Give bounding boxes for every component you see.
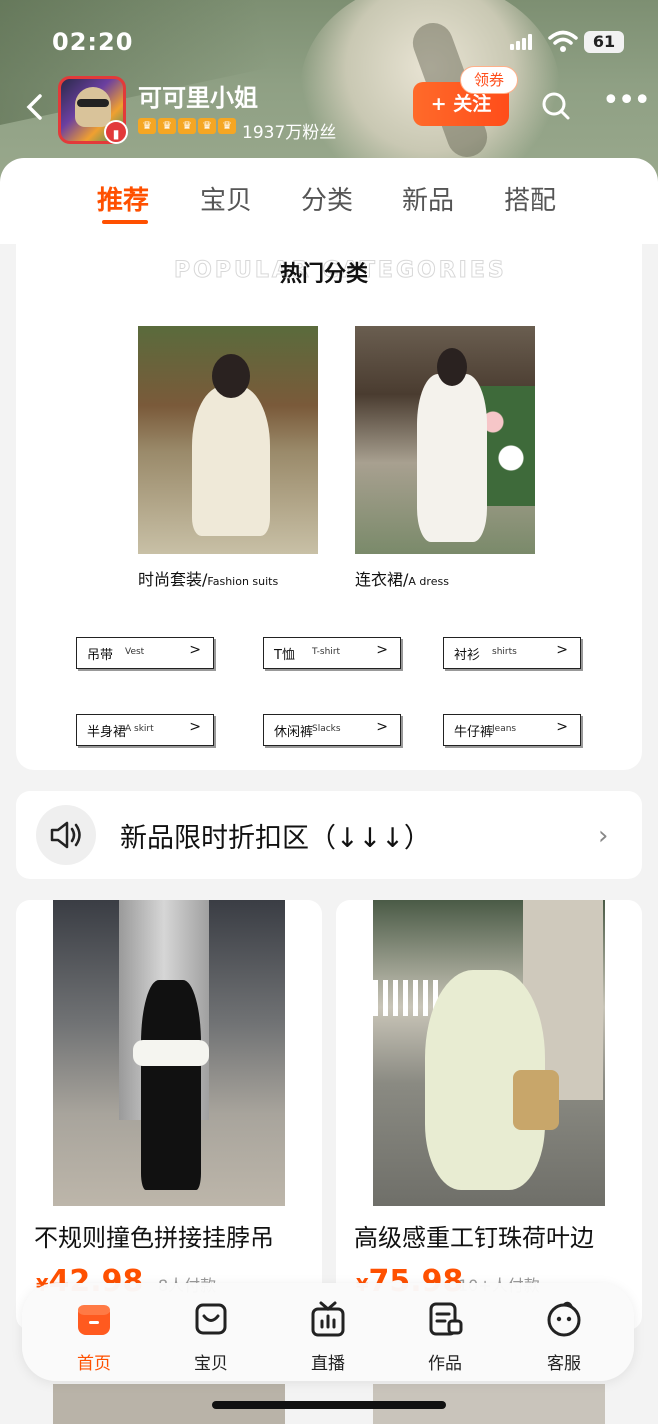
chip-jeans[interactable]: 牛仔裤 Jeans > [443,714,581,746]
crown-icon: ♛ [218,118,236,134]
status-time: 02:20 [52,28,134,56]
crown-icon: ♛ [178,118,196,134]
service-icon [547,1301,581,1337]
speaker-icon [36,805,96,865]
category-caption-dress[interactable]: 连衣裙/A dress [355,566,449,590]
nav-live[interactable]: 直播 [288,1299,368,1374]
category-caption-fashion-suits[interactable]: 时尚套装/Fashion suits [138,566,278,590]
section-title: 热门分类 [280,262,369,287]
tab-items[interactable]: 宝贝 [200,180,252,217]
category-image-fashion-suits[interactable] [138,326,318,554]
tab-categories[interactable]: 分类 [301,180,353,217]
nav-items[interactable]: 宝贝 [171,1299,251,1374]
product-title: 不规则撞色拼接挂脖吊 [34,1224,274,1252]
product-image [53,900,285,1206]
crown-icon: ♛ [198,118,216,134]
chip-vest[interactable]: 吊带 Vest > [76,637,214,669]
crown-icon: ♛ [138,118,156,134]
search-button[interactable] [540,90,572,122]
shop-info-row: ▮ 可可里小姐 ♛ ♛ ♛ ♛ ♛ 1937万粉丝 + 关注 领券 ••• [0,66,658,146]
chevron-left-icon [26,94,42,120]
notice-text: 新品限时折扣区（↓↓↓） [120,823,431,854]
product-card[interactable]: 不规则撞色拼接挂脖吊 ¥42.98 8人付款 [16,900,322,1330]
shop-home-icon [78,1305,110,1335]
wifi-icon [548,30,578,52]
status-bar: 02:20 61 [0,22,658,62]
tab-recommend[interactable]: 推荐 [97,180,149,217]
product-title: 高级感重工钉珠荷叶边 [354,1224,594,1252]
signal-icon [510,34,534,50]
back-button[interactable] [22,92,52,122]
tab-new[interactable]: 新品 [402,180,454,217]
product-image [373,900,605,1206]
tab-outfits[interactable]: 搭配 [504,180,556,217]
category-image-dress[interactable] [355,326,535,554]
search-icon [542,92,570,120]
chip-shirts[interactable]: 衬衫 shirts > [443,637,581,669]
bottom-navigation: 首页 宝贝 直播 作品 客服 [22,1283,634,1381]
live-tv-icon [311,1301,345,1337]
nav-home[interactable]: 首页 [54,1299,134,1374]
chip-skirt[interactable]: 半身裙 A skirt > [76,714,214,746]
home-indicator[interactable] [212,1401,446,1409]
chip-slacks[interactable]: 休闲裤 Slacks > [263,714,401,746]
discount-notice-bar[interactable]: 新品限时折扣区（↓↓↓） › [16,791,642,879]
crown-rating: ♛ ♛ ♛ ♛ ♛ [138,118,236,138]
shop-name[interactable]: 可可里小姐 [138,78,258,113]
tab-bar: 推荐 宝贝 分类 新品 搭配 [0,180,658,230]
live-stats-badge-icon: ▮ [104,120,128,144]
fans-count: 1937万粉丝 [242,123,337,143]
bag-icon [195,1303,227,1335]
product-card[interactable]: 高级感重工钉珠荷叶边 ¥75.98 10+人付款 [336,900,642,1330]
crown-icon: ♛ [158,118,176,134]
nav-service[interactable]: 客服 [524,1299,604,1374]
tab-active-indicator [102,220,148,224]
popular-categories-card: POPULAR CATEGORIES 热门分类 时尚套装/Fashion sui… [16,244,642,770]
coupon-button[interactable]: 领券 [460,66,518,94]
tab-sheet: 推荐 宝贝 分类 新品 搭配 [0,158,658,244]
more-options-icon[interactable]: ••• [602,86,651,116]
works-icon [429,1302,463,1336]
battery-icon: 61 [584,31,624,53]
chevron-right-icon: › [598,821,609,851]
nav-works[interactable]: 作品 [405,1299,485,1374]
chip-tshirt[interactable]: T恤 T-shirt > [263,637,401,669]
